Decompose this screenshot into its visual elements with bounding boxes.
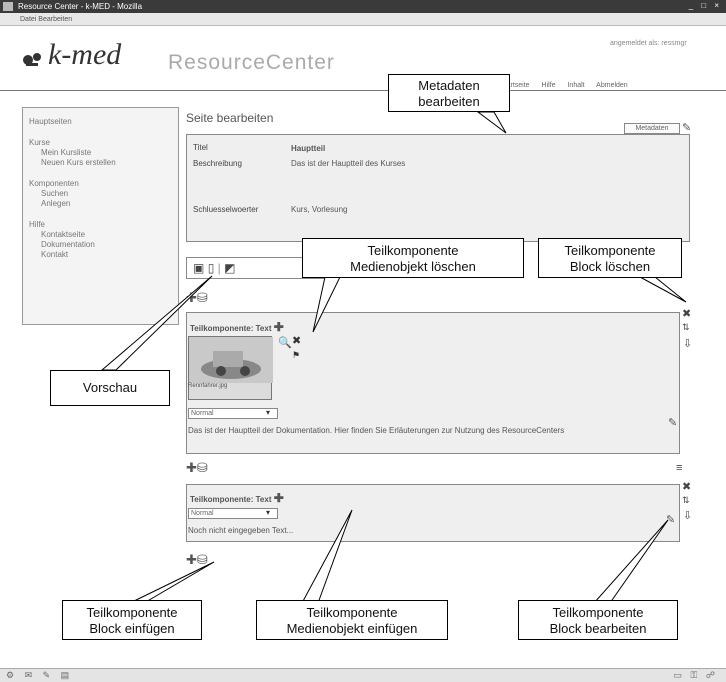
callout-medien-einfuegen: Teilkomponente Medienobjekt einfügen [256, 600, 448, 640]
callout-pointers [100, 111, 687, 604]
security-icon[interactable]: ▭ ⚿ ☍ [674, 670, 718, 681]
status-icons[interactable]: ⚙ ✉ ✎ ▤ [6, 670, 73, 681]
status-bar: ⚙ ✉ ✎ ▤ ▭ ⚿ ☍ [0, 668, 726, 682]
callout-block-loeschen: Teilkomponente Block löschen [538, 238, 682, 278]
callout-vorschau: Vorschau [50, 370, 170, 406]
callout-block-einfuegen: Teilkomponente Block einfügen [62, 600, 202, 640]
callout-medien-loeschen: Teilkomponente Medienobjekt löschen [302, 238, 524, 278]
callout-block-bearbeiten: Teilkomponente Block bearbeiten [518, 600, 678, 640]
callout-metadaten: Metadaten bearbeiten [388, 74, 510, 112]
